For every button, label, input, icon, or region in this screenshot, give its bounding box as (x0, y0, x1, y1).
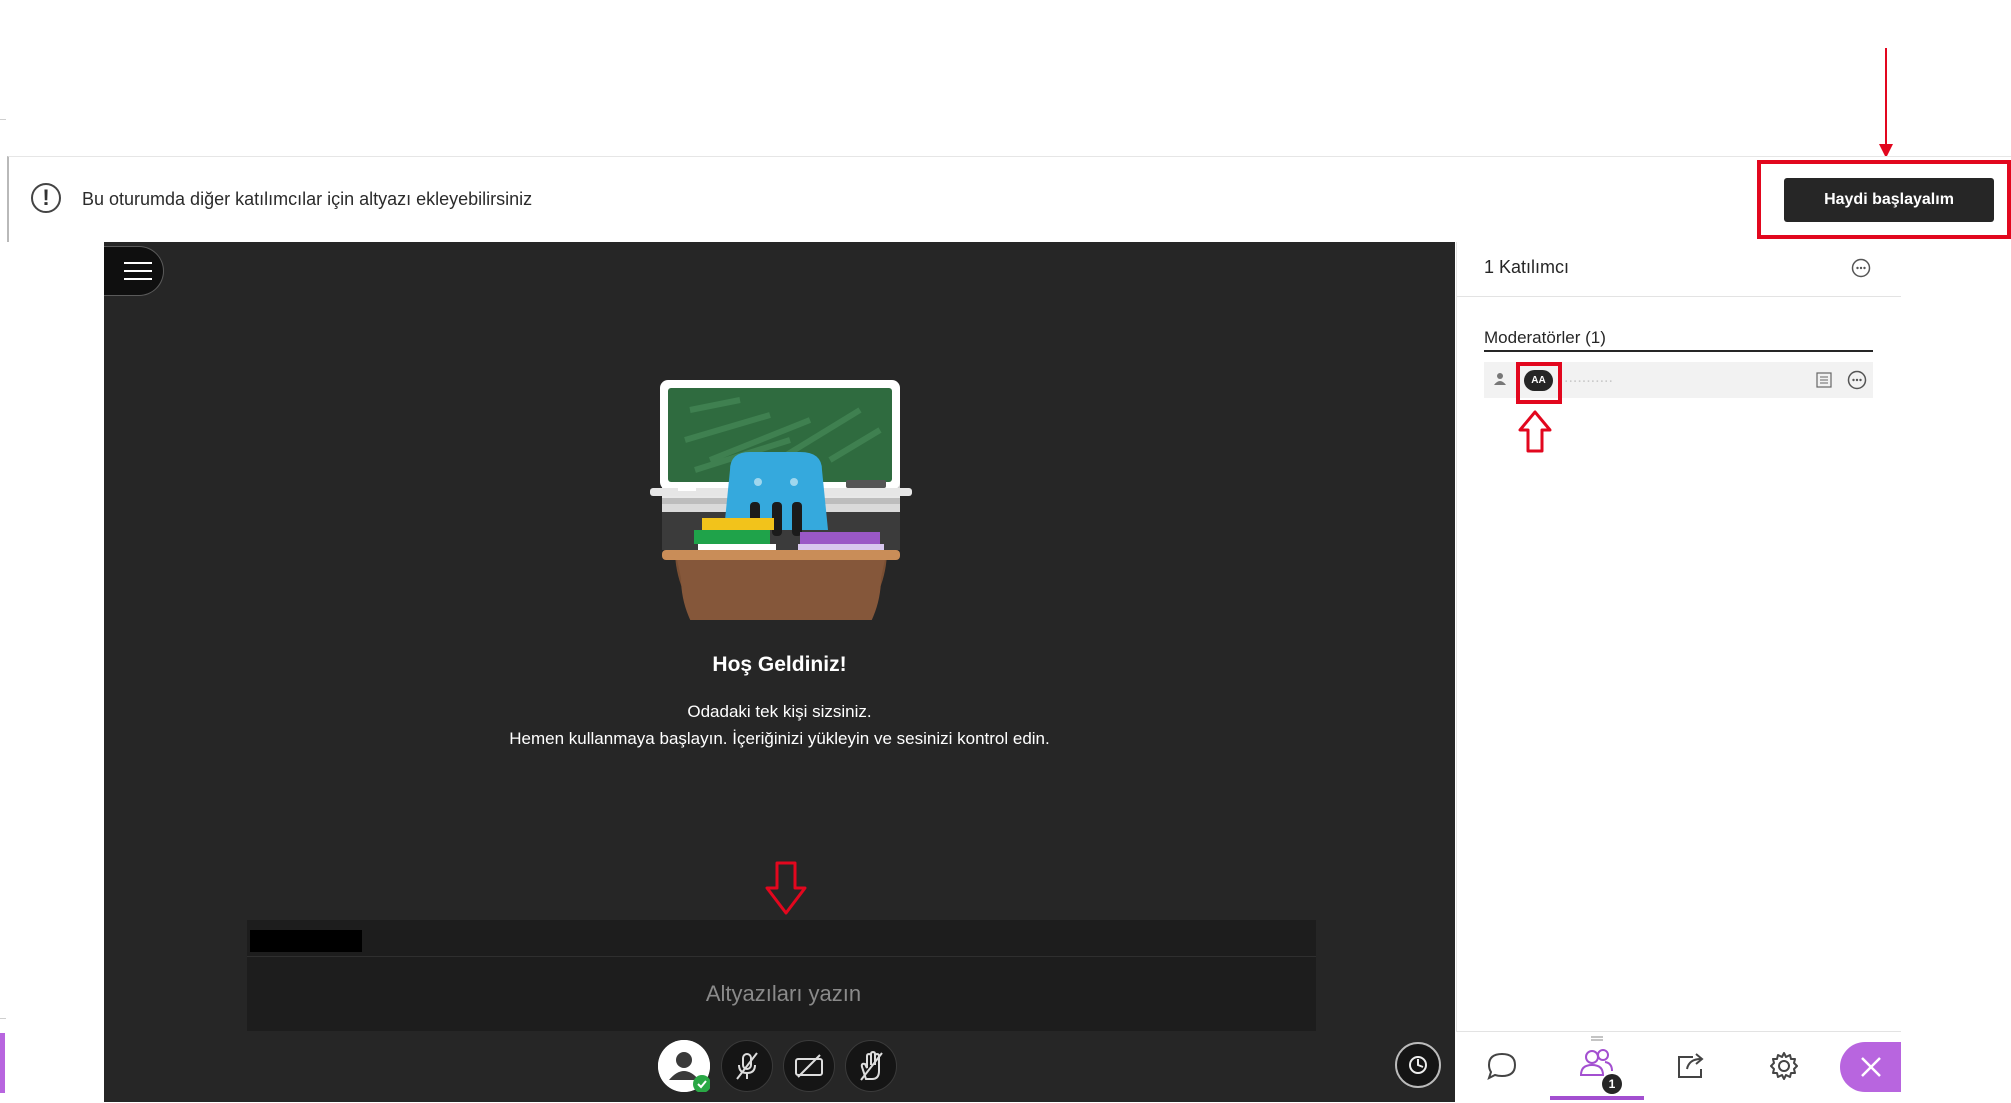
microphone-button[interactable] (721, 1040, 773, 1092)
raise-hand-button[interactable] (845, 1040, 897, 1092)
exclamation-circle-icon: ! (31, 183, 61, 213)
clock-icon (1409, 1056, 1427, 1074)
left-edge-tick-top (0, 119, 6, 120)
chat-icon (1487, 1052, 1517, 1080)
panel-divider (1456, 296, 1901, 297)
person-icon (1494, 373, 1506, 385)
camera-button[interactable] (783, 1040, 835, 1092)
hamburger-menu-button[interactable] (104, 246, 164, 296)
avatar-icon (658, 1040, 710, 1092)
left-edge-tick-bottom (0, 1018, 6, 1019)
participants-count-title: 1 Katılımcı (1484, 257, 1570, 277)
participants-count-badge: 1 (1602, 1074, 1622, 1094)
annotation-arrow-up-badge (1518, 410, 1552, 453)
annotation-highlight-captioner-badge (1516, 362, 1562, 404)
tab-share-content[interactable] (1645, 1032, 1737, 1100)
raise-hand-icon (860, 1051, 883, 1081)
caption-speaker-redacted (250, 930, 362, 952)
more-options-icon (1851, 258, 1871, 278)
panel-more-options-button[interactable] (1851, 258, 1871, 278)
tab-close-panel[interactable] (1840, 1042, 1901, 1092)
mic-off-icon (736, 1052, 758, 1080)
avatar-button[interactable] (658, 1040, 710, 1092)
left-edge-accent (0, 1033, 5, 1093)
welcome-message-line-1: Odadaki tek kişi sizsiniz. (687, 702, 872, 721)
start-button[interactable]: Haydi başlayalım (1784, 178, 1994, 222)
drag-handle-icon (1591, 1036, 1603, 1041)
annotation-arrow-down-top (1879, 48, 1893, 158)
caption-input[interactable] (247, 957, 1320, 1031)
tab-settings[interactable] (1738, 1032, 1830, 1100)
tab-chat[interactable] (1456, 1032, 1548, 1100)
banner-message: Bu oturumda diğer katılımcılar için alty… (82, 189, 533, 209)
participant-name-redacted: ........... (1564, 369, 1613, 386)
session-timer-button[interactable] (1395, 1042, 1441, 1088)
classroom-illustration (650, 380, 912, 620)
captions-list-icon[interactable] (1816, 372, 1832, 388)
moderators-section-title: Moderatörler (1) (1484, 328, 1606, 347)
tab-participants[interactable]: 1 (1550, 1032, 1644, 1100)
annotation-arrow-down-captions (765, 861, 807, 915)
close-icon (1860, 1057, 1881, 1077)
participant-more-options-icon[interactable] (1847, 370, 1867, 390)
moderators-underline (1484, 350, 1873, 352)
share-icon (1678, 1053, 1704, 1078)
settings-icon (1770, 1052, 1798, 1080)
camera-off-icon (795, 1054, 823, 1078)
welcome-message-line-2: Hemen kullanmaya başlayın. İçeriğinizi y… (509, 729, 1050, 748)
welcome-title: Hoş Geldiniz! (712, 653, 847, 676)
